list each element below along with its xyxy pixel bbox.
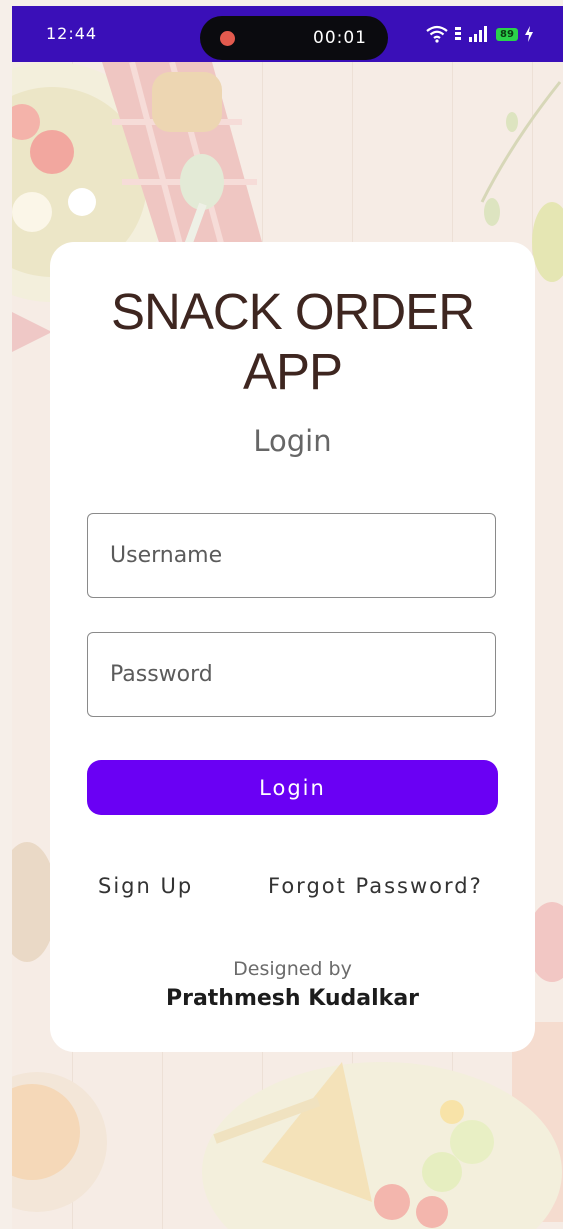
login-screen: 12:44 00:01 89 SNACK ORDER APP Login Use… bbox=[0, 0, 563, 1229]
login-subtitle: Login bbox=[253, 424, 332, 458]
record-dot-icon bbox=[220, 31, 235, 46]
login-card: SNACK ORDER APP Login Login Sign Up Forg… bbox=[50, 242, 535, 1052]
username-input[interactable] bbox=[88, 514, 495, 597]
username-field-container bbox=[87, 513, 496, 598]
app-title: SNACK ORDER APP bbox=[50, 282, 535, 402]
record-timer: 00:01 bbox=[313, 28, 367, 48]
login-button[interactable]: Login bbox=[87, 760, 498, 815]
app-title-line1: SNACK ORDER bbox=[110, 283, 475, 340]
password-input[interactable] bbox=[88, 633, 495, 716]
charging-icon bbox=[524, 25, 534, 43]
sim-icon bbox=[454, 25, 462, 43]
status-icons: 89 bbox=[426, 20, 534, 48]
forgot-password-link[interactable]: Forgot Password? bbox=[268, 874, 483, 898]
app-title-line2: APP bbox=[242, 343, 343, 400]
screen-record-pill[interactable]: 00:01 bbox=[200, 16, 388, 60]
password-field-container bbox=[87, 632, 496, 717]
author-name: Prathmesh Kudalkar bbox=[165, 986, 420, 1011]
designed-by-label: Designed by bbox=[233, 958, 352, 980]
status-time: 12:44 bbox=[46, 24, 98, 43]
wifi-icon bbox=[426, 25, 448, 43]
battery-indicator: 89 bbox=[496, 27, 518, 41]
sign-up-link[interactable]: Sign Up bbox=[98, 874, 193, 898]
status-bar: 12:44 00:01 89 bbox=[12, 6, 563, 62]
signal-icon bbox=[468, 25, 490, 43]
